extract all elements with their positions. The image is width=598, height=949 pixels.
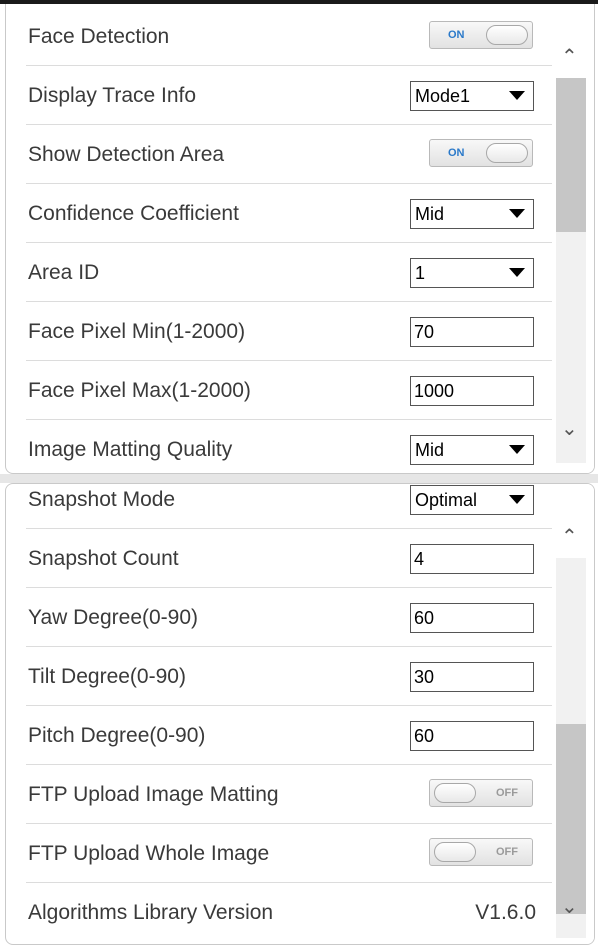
setting-label: FTP Upload Image Matting <box>28 783 279 806</box>
select-value: Mid <box>415 204 445 224</box>
setting-label: Area ID <box>28 261 100 284</box>
caret-down-icon <box>509 445 525 454</box>
display-trace-info-select[interactable]: Mode1 <box>410 81 534 111</box>
yaw-degree-0-90-input[interactable]: 60 <box>410 603 534 633</box>
setting-label: Tilt Degree(0-90) <box>28 665 186 688</box>
input-value: 70 <box>414 322 435 342</box>
setting-row-display-trace-info: Display Trace Info Mode1 <box>26 67 552 125</box>
ftp-upload-whole-image-toggle[interactable]: OFF <box>429 838 533 866</box>
toggle-state-label: OFF <box>496 787 518 799</box>
setting-label: FTP Upload Whole Image <box>28 842 270 865</box>
input-value: 1000 <box>414 381 455 401</box>
input-value: 60 <box>414 608 435 628</box>
input-value: 30 <box>414 667 435 687</box>
setting-row-area-id: Area ID 1 <box>26 244 552 302</box>
show-detection-area-toggle[interactable]: ON <box>429 139 533 167</box>
toggle-state-label: ON <box>448 29 465 41</box>
setting-label: Snapshot Mode <box>28 488 176 511</box>
setting-row-show-detection-area: Show Detection Area ON <box>26 126 552 184</box>
toggle-state-label: ON <box>448 147 465 159</box>
toggle-knob <box>486 25 528 45</box>
setting-row-algorithms-library-version: Algorithms Library Version V1.6.0 <box>26 884 552 942</box>
panel-divider <box>0 474 598 483</box>
setting-label: Yaw Degree(0-90) <box>28 606 199 629</box>
toggle-knob <box>434 783 476 803</box>
caret-down-icon <box>509 495 525 504</box>
setting-row-snapshot-count: Snapshot Count 4 <box>26 530 552 588</box>
tilt-degree-0-90-input[interactable]: 30 <box>410 662 534 692</box>
setting-label: Show Detection Area <box>28 143 225 166</box>
caret-down-icon <box>509 209 525 218</box>
version-value: V1.6.0 <box>475 901 536 924</box>
setting-row-yaw-degree-0-90: Yaw Degree(0-90) 60 <box>26 589 552 647</box>
face-detection-settings-panel: Face Detection ON Display Trace Info Mode1 S… <box>5 4 595 474</box>
face-pixel-min-1-2000-input[interactable]: 70 <box>410 317 534 347</box>
select-value: Optimal <box>415 490 478 510</box>
face-detection-toggle[interactable]: ON <box>429 21 533 49</box>
setting-label: Pitch Degree(0-90) <box>28 724 206 747</box>
setting-label: Face Pixel Min(1-2000) <box>28 320 246 343</box>
confidence-coefficient-select[interactable]: Mid <box>410 199 534 229</box>
setting-row-face-pixel-max-1-2000: Face Pixel Max(1-2000) 1000 <box>26 362 552 420</box>
ftp-upload-image-matting-toggle[interactable]: OFF <box>429 779 533 807</box>
toggle-knob <box>434 842 476 862</box>
chevron-down-icon[interactable]: ⌄ <box>561 418 578 438</box>
pitch-degree-0-90-input[interactable]: 60 <box>410 721 534 751</box>
select-value: 1 <box>415 263 426 283</box>
setting-row-tilt-degree-0-90: Tilt Degree(0-90) 30 <box>26 648 552 706</box>
snapshot-settings-panel: Snapshot Mode Optimal Snapshot Count 4 Yaw D… <box>5 483 595 945</box>
scrollbar[interactable]: ⌃ ⌄ <box>554 484 594 944</box>
setting-row-image-matting-quality: Image Matting Quality Mid <box>26 421 552 473</box>
toggle-knob <box>486 143 528 163</box>
snapshot-mode-select[interactable]: Optimal <box>410 485 534 515</box>
select-value: Mid <box>415 440 445 460</box>
setting-label: Image Matting Quality <box>28 438 233 461</box>
setting-row-pitch-degree-0-90: Pitch Degree(0-90) 60 <box>26 707 552 765</box>
setting-row-snapshot-mode: Snapshot Mode Optimal <box>26 484 552 529</box>
input-value: 60 <box>414 726 435 746</box>
setting-label: Face Pixel Max(1-2000) <box>28 379 251 402</box>
setting-label: Snapshot Count <box>28 547 179 570</box>
setting-label: Confidence Coefficient <box>28 202 239 225</box>
select-value: Mode1 <box>415 86 471 106</box>
chevron-up-icon[interactable]: ⌃ <box>561 526 578 546</box>
snapshot-count-input[interactable]: 4 <box>410 544 534 574</box>
setting-row-confidence-coefficient: Confidence Coefficient Mid <box>26 185 552 243</box>
scrollbar-thumb[interactable] <box>556 78 586 232</box>
scrollbar-thumb[interactable] <box>556 724 586 914</box>
scrollbar[interactable]: ⌃ ⌄ <box>554 4 594 473</box>
image-matting-quality-select[interactable]: Mid <box>410 435 534 465</box>
setting-row-face-pixel-min-1-2000: Face Pixel Min(1-2000) 70 <box>26 303 552 361</box>
chevron-down-icon[interactable]: ⌄ <box>561 896 578 916</box>
setting-label: Algorithms Library Version <box>28 901 274 924</box>
area-id-select[interactable]: 1 <box>410 258 534 288</box>
setting-row-face-detection: Face Detection ON <box>26 8 552 66</box>
setting-row-ftp-upload-image-matting: FTP Upload Image Matting OFF <box>26 766 552 824</box>
setting-label: Display Trace Info <box>28 84 197 107</box>
caret-down-icon <box>509 268 525 277</box>
toggle-state-label: OFF <box>496 846 518 858</box>
caret-down-icon <box>509 91 525 100</box>
chevron-up-icon[interactable]: ⌃ <box>561 46 578 66</box>
input-value: 4 <box>414 549 425 569</box>
setting-label: Face Detection <box>28 25 170 48</box>
face-pixel-max-1-2000-input[interactable]: 1000 <box>410 376 534 406</box>
setting-row-ftp-upload-whole-image: FTP Upload Whole Image OFF <box>26 825 552 883</box>
